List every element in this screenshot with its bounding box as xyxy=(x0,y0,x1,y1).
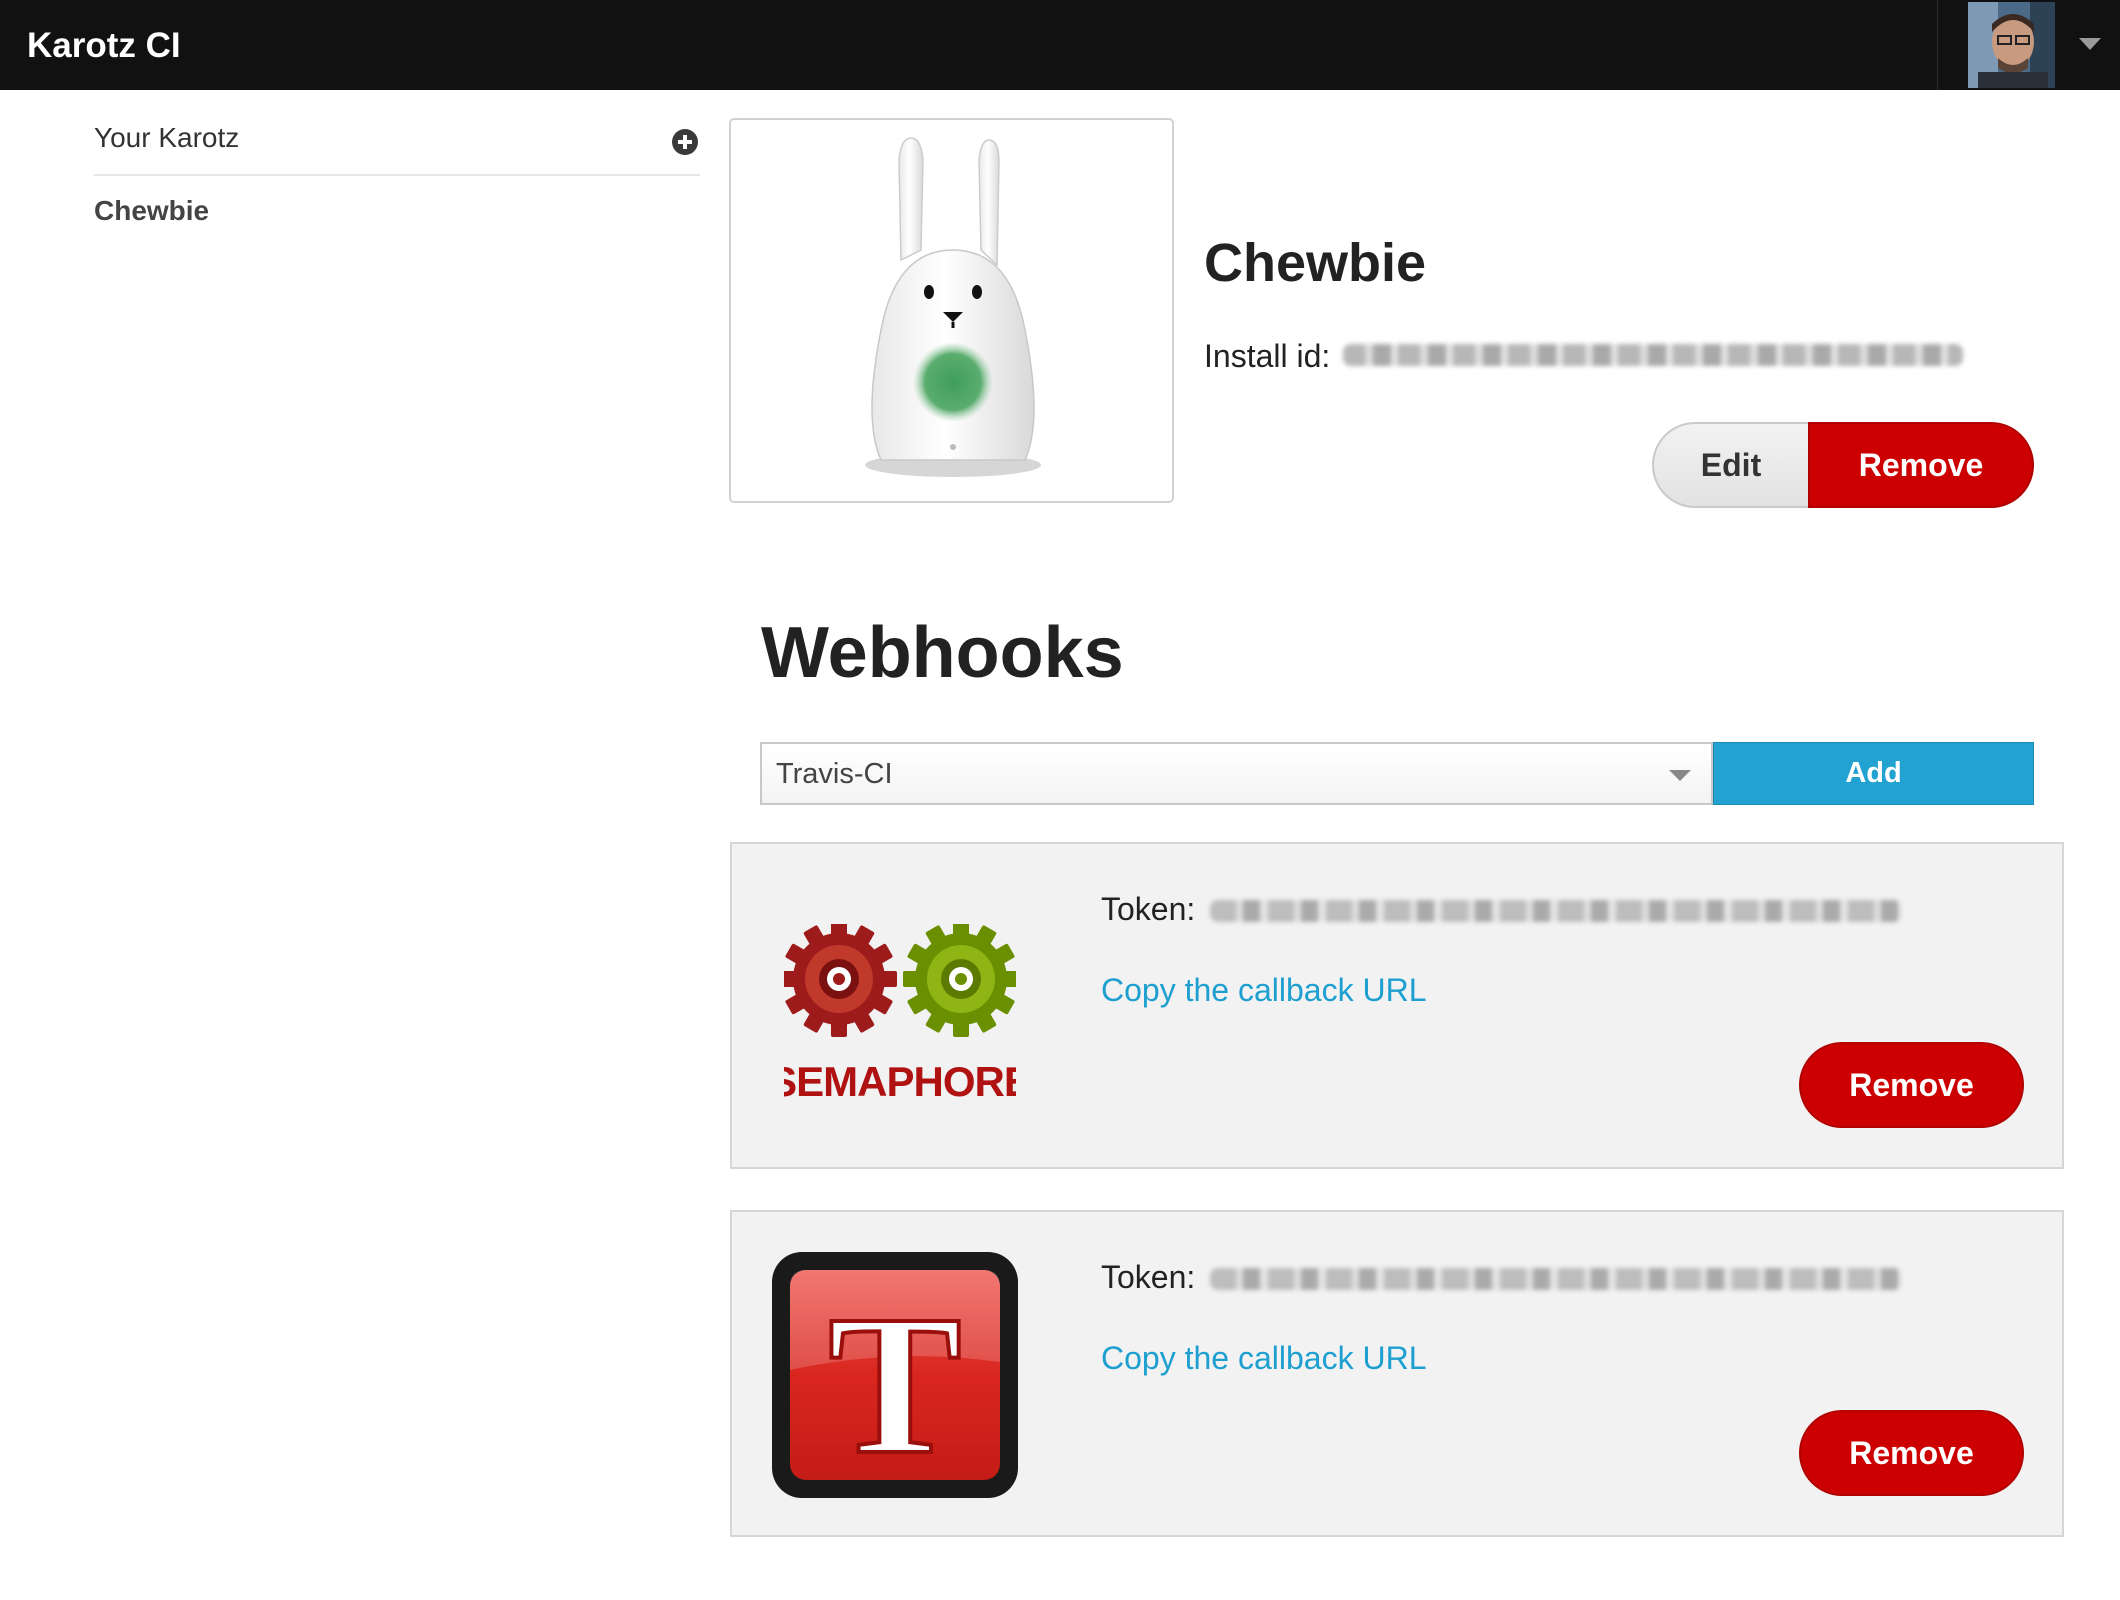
plus-circle-icon[interactable] xyxy=(671,128,699,156)
karotz-rabbit-image xyxy=(865,137,1041,477)
device-name: Chewbie xyxy=(1204,233,1427,293)
edit-button[interactable]: Edit xyxy=(1652,422,1810,508)
device-photo xyxy=(729,118,1174,503)
semaphore-logo: SEMAPHORE xyxy=(784,924,1016,1104)
caret-down-icon[interactable] xyxy=(2079,38,2101,50)
copy-callback-url-link[interactable]: Copy the callback URL xyxy=(1101,972,1426,1009)
token-value-redacted xyxy=(1210,900,1902,922)
token-label: Token: xyxy=(1101,1259,1196,1295)
token-label: Token: xyxy=(1101,891,1196,927)
copy-callback-url-link[interactable]: Copy the callback URL xyxy=(1101,1340,1426,1377)
avatar[interactable] xyxy=(1968,2,2055,88)
remove-webhook-button[interactable]: Remove xyxy=(1799,1410,2024,1496)
install-id-label: Install id: xyxy=(1204,338,1331,374)
select-value: Travis-CI xyxy=(776,758,893,790)
install-id-value-redacted xyxy=(1343,344,1963,366)
travis-logo: T xyxy=(772,1252,1018,1498)
travis-logo-letter: T xyxy=(828,1275,961,1496)
token-value-redacted xyxy=(1210,1268,1902,1290)
device-actions: Edit Remove xyxy=(1652,422,2034,508)
top-navbar: Karotz CI xyxy=(0,0,2120,90)
webhooks-heading: Webhooks xyxy=(761,613,1124,693)
chevron-down-icon xyxy=(1669,770,1691,781)
sidebar-title: Your Karotz xyxy=(94,122,240,153)
user-menu[interactable] xyxy=(1937,0,2120,90)
webhook-card-semaphore: SEMAPHORE Token: Copy the callback URL R… xyxy=(730,842,2064,1169)
webhook-service-select[interactable]: Travis-CI xyxy=(760,742,1713,805)
add-webhook-button[interactable]: Add xyxy=(1713,742,2034,805)
app-title[interactable]: Karotz CI xyxy=(27,0,181,90)
semaphore-logo-text: SEMAPHORE xyxy=(784,1058,1016,1104)
remove-webhook-button[interactable]: Remove xyxy=(1799,1042,2024,1128)
webhook-card-travis: T Token: Copy the callback URL Remove xyxy=(730,1210,2064,1537)
sidebar-item-chewbie[interactable]: Chewbie xyxy=(94,195,209,227)
sidebar-header: Your Karotz xyxy=(94,118,700,176)
remove-device-button[interactable]: Remove xyxy=(1808,422,2034,508)
